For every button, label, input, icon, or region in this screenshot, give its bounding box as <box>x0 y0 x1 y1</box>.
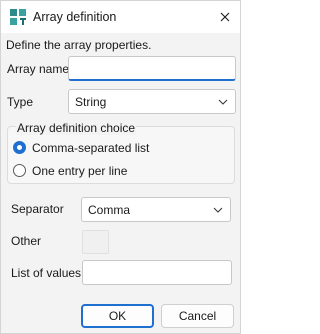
type-label: Type <box>7 95 34 109</box>
close-button[interactable] <box>210 1 240 33</box>
other-input <box>82 230 109 254</box>
close-icon <box>220 12 230 22</box>
radio-one-entry-per-line-label[interactable]: One entry per line <box>32 164 127 178</box>
array-name-label: Array name <box>7 62 70 76</box>
separator-dropdown[interactable]: Comma <box>81 197 231 222</box>
list-of-values-label: List of values <box>11 266 82 280</box>
other-label: Other <box>11 234 42 248</box>
chevron-down-icon <box>218 99 228 105</box>
radio-comma-separated[interactable] <box>13 141 26 154</box>
radio-comma-separated-label[interactable]: Comma-separated list <box>32 141 149 155</box>
cancel-button[interactable]: Cancel <box>161 304 234 328</box>
radio-one-entry-per-line[interactable] <box>13 164 26 177</box>
type-selected-value: String <box>75 94 107 109</box>
ok-button[interactable]: OK <box>81 304 154 328</box>
array-name-input[interactable] <box>68 56 236 81</box>
title-bar: Array definition <box>1 1 240 33</box>
type-dropdown[interactable]: String <box>68 89 236 114</box>
list-of-values-input[interactable] <box>82 260 232 285</box>
array-app-icon <box>10 9 26 25</box>
separator-label: Separator <box>11 202 64 216</box>
chevron-down-icon <box>213 207 223 213</box>
window-title: Array definition <box>33 10 117 24</box>
group-label: Array definition choice <box>16 121 137 135</box>
separator-selected-value: Comma <box>88 202 131 217</box>
intro-text: Define the array properties. <box>6 38 152 52</box>
array-definition-dialog: Array definition Define the array proper… <box>0 0 241 334</box>
